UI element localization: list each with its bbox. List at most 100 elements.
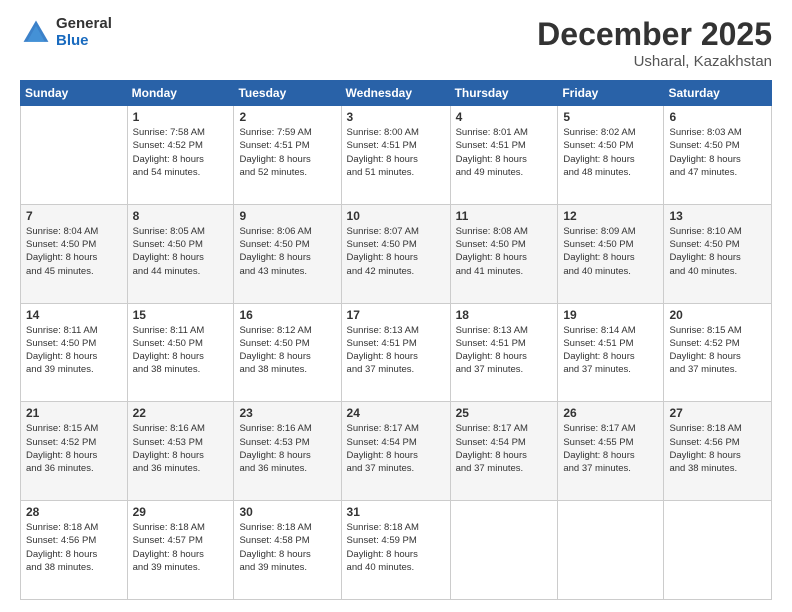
cell-info-text: Sunrise: 8:14 AM Sunset: 4:51 PM Dayligh… — [563, 324, 658, 377]
calendar-cell: 14 Sunrise: 8:11 AM Sunset: 4:50 PM Dayli… — [21, 303, 128, 402]
cell-day-number: 8 — [133, 209, 229, 223]
cell-day-number: 19 — [563, 308, 658, 322]
cell-day-number: 26 — [563, 406, 658, 420]
cell-info-text: Sunrise: 8:18 AM Sunset: 4:56 PM Dayligh… — [26, 521, 122, 574]
logo-blue-text: Blue — [56, 33, 112, 50]
calendar-cell: 24 Sunrise: 8:17 AM Sunset: 4:54 PM Dayli… — [341, 402, 450, 501]
calendar-cell — [21, 106, 128, 205]
cell-info-text: Sunrise: 8:01 AM Sunset: 4:51 PM Dayligh… — [456, 126, 553, 179]
calendar-cell: 20Sunrise: 8:15 AM Sunset: 4:52 PM Dayli… — [664, 303, 772, 402]
weekday-header-saturday: Saturday — [664, 81, 772, 106]
calendar-cell: 6 Sunrise: 8:03 AM Sunset: 4:50 PM Daylig… — [664, 106, 772, 205]
cell-day-number: 13 — [669, 209, 766, 223]
cell-info-text: Sunrise: 8:04 AM Sunset: 4:50 PM Dayligh… — [26, 225, 122, 278]
calendar-cell: 10 Sunrise: 8:07 AM Sunset: 4:50 PM Dayli… — [341, 204, 450, 303]
calendar-cell: 9 Sunrise: 8:06 AM Sunset: 4:50 PM Daylig… — [234, 204, 341, 303]
cell-info-text: Sunrise: 8:06 AM Sunset: 4:50 PM Dayligh… — [239, 225, 335, 278]
cell-info-text: Sunrise: 8:11 AM Sunset: 4:50 PM Dayligh… — [26, 324, 122, 377]
cell-info-text: Sunrise: 8:17 AM Sunset: 4:55 PM Dayligh… — [563, 422, 658, 475]
cell-day-number: 6 — [669, 110, 766, 124]
cell-info-text: Sunrise: 8:16 AM Sunset: 4:53 PM Dayligh… — [133, 422, 229, 475]
cell-day-number: 9 — [239, 209, 335, 223]
logo-icon — [20, 17, 52, 49]
calendar-cell: 25Sunrise: 8:17 AM Sunset: 4:54 PM Dayli… — [450, 402, 558, 501]
cell-day-number: 1 — [133, 110, 229, 124]
cell-info-text: Sunrise: 8:11 AM Sunset: 4:50 PM Dayligh… — [133, 324, 229, 377]
calendar-cell: 1 Sunrise: 7:58 AM Sunset: 4:52 PM Daylig… — [127, 106, 234, 205]
calendar-cell — [664, 501, 772, 600]
cell-info-text: Sunrise: 8:13 AM Sunset: 4:51 PM Dayligh… — [347, 324, 445, 377]
calendar-cell: 12Sunrise: 8:09 AM Sunset: 4:50 PM Dayli… — [558, 204, 664, 303]
cell-info-text: Sunrise: 8:02 AM Sunset: 4:50 PM Dayligh… — [563, 126, 658, 179]
cell-info-text: Sunrise: 8:05 AM Sunset: 4:50 PM Dayligh… — [133, 225, 229, 278]
cell-info-text: Sunrise: 8:10 AM Sunset: 4:50 PM Dayligh… — [669, 225, 766, 278]
cell-info-text: Sunrise: 7:59 AM Sunset: 4:51 PM Dayligh… — [239, 126, 335, 179]
cell-day-number: 4 — [456, 110, 553, 124]
cell-info-text: Sunrise: 7:58 AM Sunset: 4:52 PM Dayligh… — [133, 126, 229, 179]
location: Usharal, Kazakhstan — [537, 53, 772, 70]
cell-day-number: 30 — [239, 505, 335, 519]
cell-day-number: 29 — [133, 505, 229, 519]
calendar-cell: 16 Sunrise: 8:12 AM Sunset: 4:50 PM Dayli… — [234, 303, 341, 402]
calendar-page: General Blue December 2025 Usharal, Kaza… — [0, 0, 792, 612]
calendar-week-row: 21Sunrise: 8:15 AM Sunset: 4:52 PM Dayli… — [21, 402, 772, 501]
cell-info-text: Sunrise: 8:00 AM Sunset: 4:51 PM Dayligh… — [347, 126, 445, 179]
logo: General Blue — [20, 16, 112, 49]
calendar-cell: 21Sunrise: 8:15 AM Sunset: 4:52 PM Dayli… — [21, 402, 128, 501]
cell-day-number: 14 — [26, 308, 122, 322]
calendar-cell: 18Sunrise: 8:13 AM Sunset: 4:51 PM Dayli… — [450, 303, 558, 402]
calendar-cell: 13 Sunrise: 8:10 AM Sunset: 4:50 PM Dayli… — [664, 204, 772, 303]
cell-day-number: 5 — [563, 110, 658, 124]
cell-info-text: Sunrise: 8:15 AM Sunset: 4:52 PM Dayligh… — [26, 422, 122, 475]
cell-day-number: 23 — [239, 406, 335, 420]
cell-day-number: 18 — [456, 308, 553, 322]
calendar-week-row: 7 Sunrise: 8:04 AM Sunset: 4:50 PM Daylig… — [21, 204, 772, 303]
calendar-cell: 3 Sunrise: 8:00 AM Sunset: 4:51 PM Daylig… — [341, 106, 450, 205]
title-block: December 2025 Usharal, Kazakhstan — [537, 16, 772, 70]
calendar-cell: 5 Sunrise: 8:02 AM Sunset: 4:50 PM Daylig… — [558, 106, 664, 205]
weekday-header-wednesday: Wednesday — [341, 81, 450, 106]
cell-day-number: 15 — [133, 308, 229, 322]
calendar-cell: 19 Sunrise: 8:14 AM Sunset: 4:51 PM Dayli… — [558, 303, 664, 402]
calendar-week-row: 28 Sunrise: 8:18 AM Sunset: 4:56 PM Dayli… — [21, 501, 772, 600]
weekday-header-tuesday: Tuesday — [234, 81, 341, 106]
weekday-header-monday: Monday — [127, 81, 234, 106]
cell-day-number: 28 — [26, 505, 122, 519]
calendar-cell: 7 Sunrise: 8:04 AM Sunset: 4:50 PM Daylig… — [21, 204, 128, 303]
cell-info-text: Sunrise: 8:12 AM Sunset: 4:50 PM Dayligh… — [239, 324, 335, 377]
calendar-table: SundayMondayTuesdayWednesdayThursdayFrid… — [20, 80, 772, 600]
calendar-cell: 31Sunrise: 8:18 AM Sunset: 4:59 PM Dayli… — [341, 501, 450, 600]
calendar-cell: 26 Sunrise: 8:17 AM Sunset: 4:55 PM Dayli… — [558, 402, 664, 501]
calendar-cell: 30 Sunrise: 8:18 AM Sunset: 4:58 PM Dayli… — [234, 501, 341, 600]
cell-day-number: 16 — [239, 308, 335, 322]
calendar-cell: 4 Sunrise: 8:01 AM Sunset: 4:51 PM Daylig… — [450, 106, 558, 205]
cell-info-text: Sunrise: 8:03 AM Sunset: 4:50 PM Dayligh… — [669, 126, 766, 179]
cell-day-number: 11 — [456, 209, 553, 223]
calendar-week-row: 14 Sunrise: 8:11 AM Sunset: 4:50 PM Dayli… — [21, 303, 772, 402]
weekday-header-thursday: Thursday — [450, 81, 558, 106]
cell-info-text: Sunrise: 8:07 AM Sunset: 4:50 PM Dayligh… — [347, 225, 445, 278]
calendar-cell: 2Sunrise: 7:59 AM Sunset: 4:51 PM Daylig… — [234, 106, 341, 205]
cell-day-number: 22 — [133, 406, 229, 420]
cell-day-number: 10 — [347, 209, 445, 223]
cell-info-text: Sunrise: 8:17 AM Sunset: 4:54 PM Dayligh… — [347, 422, 445, 475]
calendar-cell: 22 Sunrise: 8:16 AM Sunset: 4:53 PM Dayli… — [127, 402, 234, 501]
cell-day-number: 3 — [347, 110, 445, 124]
cell-day-number: 31 — [347, 505, 445, 519]
calendar-cell: 8 Sunrise: 8:05 AM Sunset: 4:50 PM Daylig… — [127, 204, 234, 303]
cell-info-text: Sunrise: 8:17 AM Sunset: 4:54 PM Dayligh… — [456, 422, 553, 475]
header: General Blue December 2025 Usharal, Kaza… — [20, 16, 772, 70]
cell-day-number: 7 — [26, 209, 122, 223]
cell-info-text: Sunrise: 8:18 AM Sunset: 4:58 PM Dayligh… — [239, 521, 335, 574]
cell-info-text: Sunrise: 8:18 AM Sunset: 4:57 PM Dayligh… — [133, 521, 229, 574]
cell-day-number: 24 — [347, 406, 445, 420]
calendar-cell: 15 Sunrise: 8:11 AM Sunset: 4:50 PM Dayli… — [127, 303, 234, 402]
cell-day-number: 20 — [669, 308, 766, 322]
month-title: December 2025 — [537, 16, 772, 53]
calendar-cell: 29 Sunrise: 8:18 AM Sunset: 4:57 PM Dayli… — [127, 501, 234, 600]
cell-day-number: 12 — [563, 209, 658, 223]
calendar-cell: 28 Sunrise: 8:18 AM Sunset: 4:56 PM Dayli… — [21, 501, 128, 600]
logo-text: General Blue — [56, 16, 112, 49]
calendar-week-row: 1 Sunrise: 7:58 AM Sunset: 4:52 PM Daylig… — [21, 106, 772, 205]
weekday-header-sunday: Sunday — [21, 81, 128, 106]
